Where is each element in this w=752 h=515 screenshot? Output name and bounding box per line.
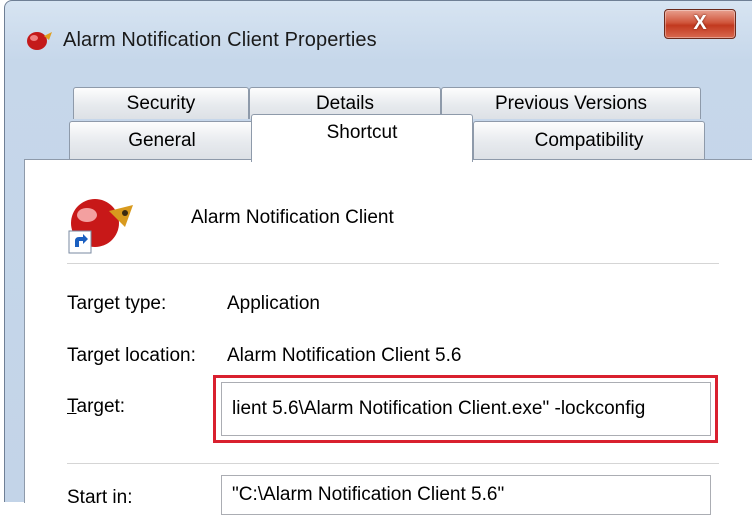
separator: [67, 463, 719, 464]
tab-shortcut[interactable]: Shortcut: [251, 114, 473, 162]
tab-compatibility[interactable]: Compatibility: [473, 121, 705, 159]
app-icon: [27, 32, 52, 50]
tab-general[interactable]: General: [69, 121, 255, 159]
window-title: Alarm Notification Client Properties: [63, 29, 377, 51]
close-icon: X: [693, 12, 707, 34]
shortcut-app-icon: [68, 199, 133, 254]
target-label-rest: arget:: [76, 396, 126, 417]
target-highlight-box: [213, 375, 718, 443]
target-type-label: Target type:: [67, 293, 167, 314]
start-in-input[interactable]: "C:\Alarm Notification Client 5.6": [221, 475, 711, 515]
target-label: Target:: [67, 396, 125, 418]
separator: [67, 263, 719, 264]
shortcut-name: Alarm Notification Client: [191, 207, 394, 228]
properties-window: Alarm Notification Client Properties X S…: [4, 0, 752, 515]
tab-security[interactable]: Security: [73, 87, 249, 119]
shortcut-arrow-icon: [68, 230, 92, 254]
target-location-value: Alarm Notification Client 5.6: [227, 345, 462, 366]
close-button[interactable]: X: [664, 9, 736, 39]
target-label-accel: T: [67, 396, 77, 417]
tab-previous-versions[interactable]: Previous Versions: [441, 87, 701, 119]
title-bar[interactable]: Alarm Notification Client Properties X: [5, 1, 752, 83]
start-in-label: Start in:: [67, 487, 133, 508]
target-location-label: Target location:: [67, 345, 196, 366]
target-type-value: Application: [227, 293, 320, 314]
